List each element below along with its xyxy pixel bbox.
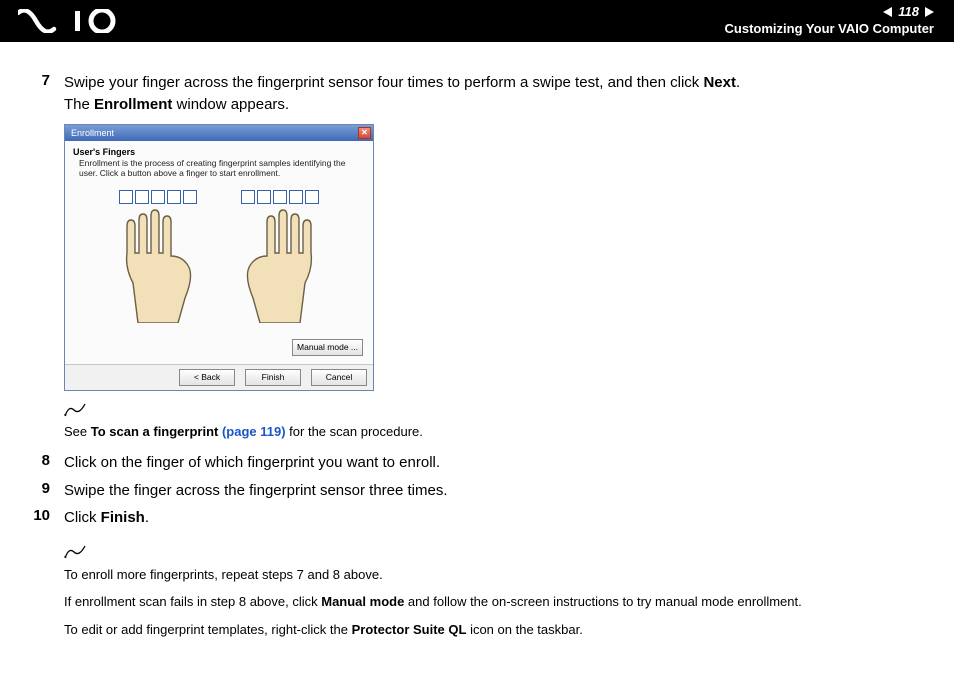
text: . [145,509,149,526]
finger-slot[interactable] [183,190,197,204]
text-bold: Protector Suite QL [352,622,467,637]
close-icon[interactable]: ✕ [358,127,371,139]
page-number: 118 [898,4,919,19]
finger-slot[interactable] [289,190,303,204]
text: Swipe your finger across the fingerprint… [64,74,703,91]
finish-button[interactable]: Finish [245,369,301,386]
finger-slot[interactable] [305,190,319,204]
note-additional: To enroll more fingerprints, repeat step… [64,545,922,639]
text: icon on the taskbar. [466,622,582,637]
text-bold: Enrollment [94,96,172,113]
page-link[interactable]: (page 119) [222,424,286,439]
users-fingers-label: User's Fingers [73,147,365,157]
enrollment-titlebar: Enrollment ✕ [65,125,373,141]
users-fingers-desc: Enrollment is the process of creating fi… [79,158,365,178]
finger-slot[interactable] [119,190,133,204]
right-hand-icon [235,208,325,323]
text: Click [64,509,101,526]
step-9: 9 Swipe the finger across the fingerprin… [32,480,922,502]
note-scan-fingerprint: See To scan a fingerprint (page 119) for… [64,403,922,442]
text: . [736,74,740,91]
section-title: Customizing Your VAIO Computer [725,21,934,36]
note-line: To enroll more fingerprints, repeat step… [64,565,922,585]
text: See [64,424,91,439]
text-bold: Manual mode [321,594,404,609]
step-number: 7 [32,72,50,89]
text: and follow the on-screen instructions to… [404,594,801,609]
text: If enrollment scan fails in step 8 above… [64,594,321,609]
left-hand-icon [113,208,203,323]
finger-slot[interactable] [167,190,181,204]
text-bold: Next [703,74,736,91]
pencil-icon [64,545,88,565]
hands-area [73,184,365,335]
step-10: 10 Click Finish. [32,507,922,529]
vaio-logo-icon [18,9,128,33]
step-7: 7 Swipe your finger across the fingerpri… [32,72,922,116]
left-hand [113,190,203,325]
finger-slot[interactable] [151,190,165,204]
text: window appears. [172,96,289,113]
pencil-icon [64,403,88,423]
finger-slot[interactable] [135,190,149,204]
step-text: Swipe the finger across the fingerprint … [64,480,922,502]
back-button[interactable]: < Back [179,369,235,386]
step-8: 8 Click on the finger of which fingerpri… [32,452,922,474]
text-bold: To scan a fingerprint [91,424,222,439]
step-number: 8 [32,452,50,469]
cancel-button[interactable]: Cancel [311,369,367,386]
note-line: To edit or add fingerprint templates, ri… [64,620,922,640]
page-navigator: 118 [725,4,934,19]
text: for the scan procedure. [286,424,423,439]
page-content: 7 Swipe your finger across the fingerpri… [0,42,954,659]
step-number: 9 [32,480,50,497]
prev-page-icon[interactable] [883,7,892,17]
page-header: 118 Customizing Your VAIO Computer [0,0,954,42]
next-page-icon[interactable] [925,7,934,17]
right-hand [235,190,325,325]
note-line: If enrollment scan fails in step 8 above… [64,592,922,612]
manual-mode-button[interactable]: Manual mode ... [292,339,363,356]
step-text: Swipe your finger across the fingerprint… [64,72,922,116]
vaio-logo [18,8,128,34]
finger-slot[interactable] [241,190,255,204]
step-text: Click Finish. [64,507,922,529]
step-number: 10 [32,507,50,524]
finger-slot[interactable] [257,190,271,204]
enrollment-window: Enrollment ✕ User's Fingers Enrollment i… [64,124,374,391]
step-text: Click on the finger of which fingerprint… [64,452,922,474]
enrollment-title-text: Enrollment [71,128,114,138]
text-bold: Finish [101,509,145,526]
text: To edit or add fingerprint templates, ri… [64,622,352,637]
text: The [64,96,94,113]
finger-slot[interactable] [273,190,287,204]
